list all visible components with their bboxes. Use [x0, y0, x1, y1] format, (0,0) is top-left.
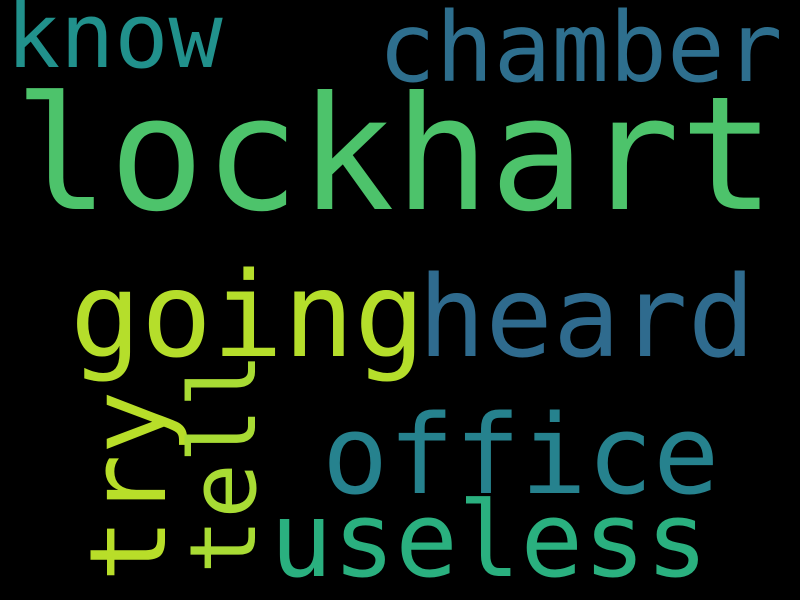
- word-cloud: know chamber lockhart going heard office…: [0, 0, 800, 600]
- word-try: try: [67, 390, 190, 582]
- word-useless: useless: [270, 479, 709, 600]
- word-heard: heard: [418, 253, 756, 383]
- word-lockhart: lockhart: [14, 63, 775, 247]
- word-tell: tell: [170, 352, 277, 574]
